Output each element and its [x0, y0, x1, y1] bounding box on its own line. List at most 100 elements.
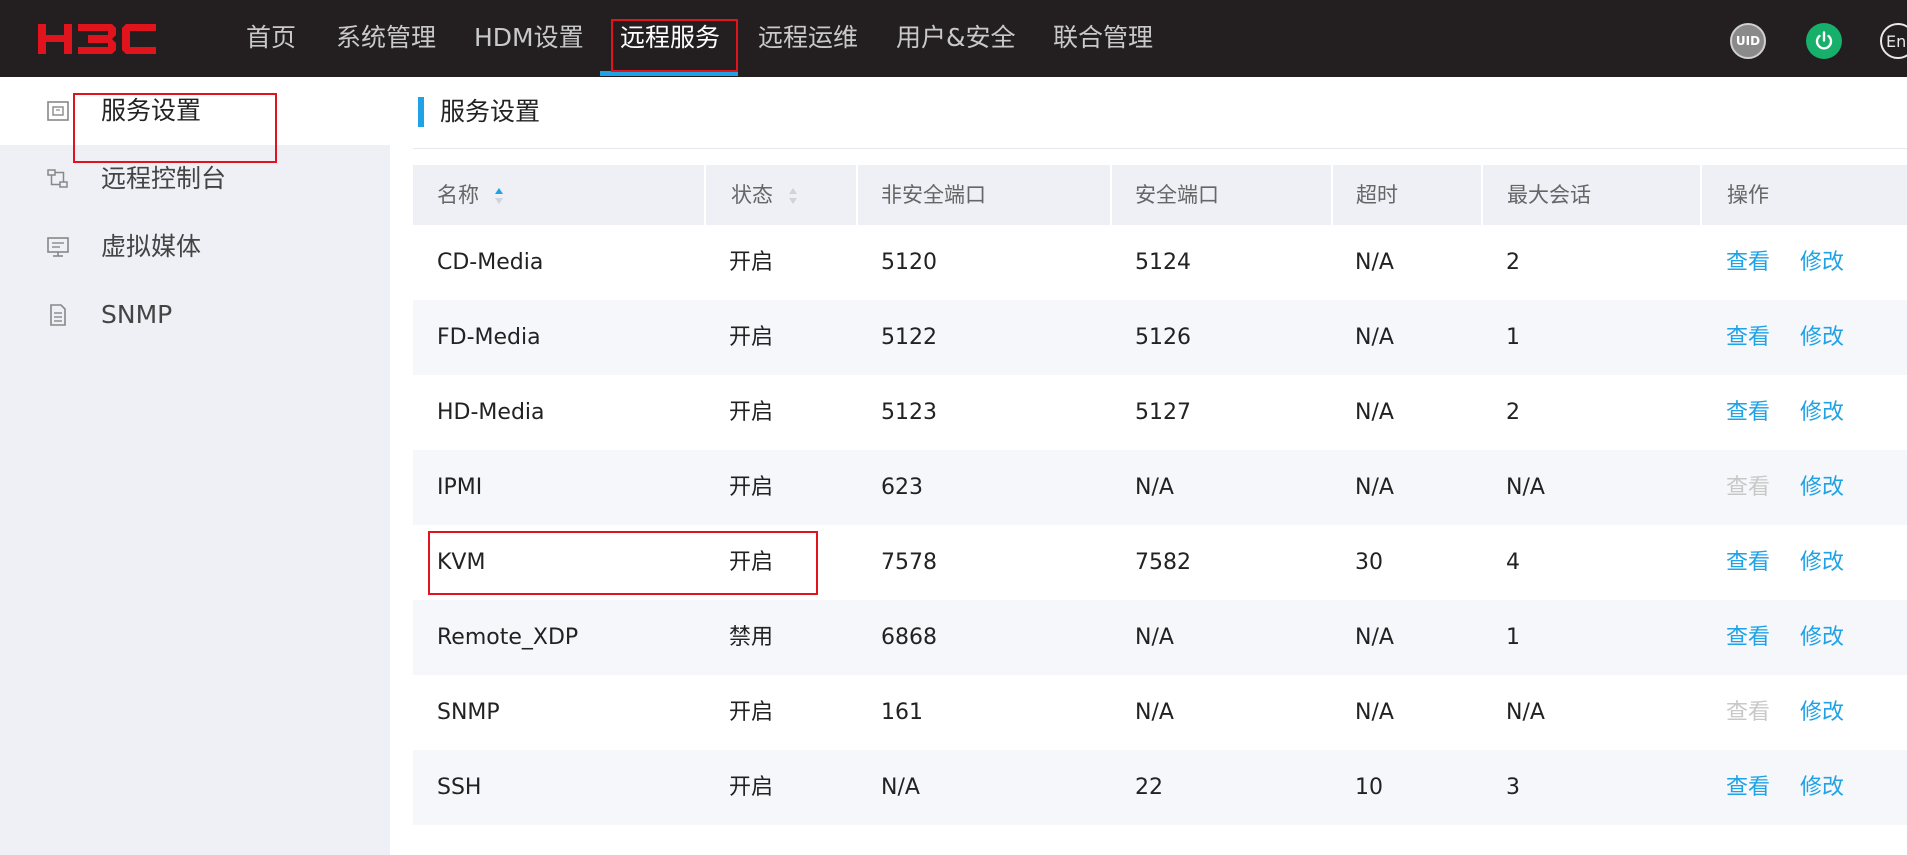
sidebar-item-label: 远程控制台 — [101, 164, 227, 193]
sort-ascending-icon[interactable] — [494, 186, 504, 206]
table-row: KVM 开启 7578 7582 30 4 查看 修改 — [413, 525, 1907, 600]
service-settings-icon — [47, 101, 69, 121]
language-switch-icon[interactable]: En — [1880, 23, 1907, 59]
view-link[interactable]: 查看 — [1726, 225, 1770, 300]
cell-insecure-port: 5120 — [881, 250, 937, 275]
top-navigation-bar: 首页 系统管理 HDM设置 远程服务 远程运维 用户&安全 联合管理 UID E… — [0, 0, 1907, 77]
cell-timeout: N/A — [1355, 625, 1394, 650]
view-link[interactable]: 查看 — [1726, 525, 1770, 600]
table-row: Remote_XDP 禁用 6868 N/A N/A 1 查看 修改 — [413, 600, 1907, 675]
view-link[interactable]: 查看 — [1726, 600, 1770, 675]
cell-max-sessions: 4 — [1506, 550, 1520, 575]
cell-secure-port: N/A — [1135, 625, 1174, 650]
column-header-insecure-port: 非安全端口 — [881, 183, 986, 207]
nav-home[interactable]: 首页 — [246, 18, 296, 58]
nav-remote-ops[interactable]: 远程运维 — [758, 18, 858, 58]
edit-link[interactable]: 修改 — [1800, 300, 1844, 375]
power-icon[interactable] — [1806, 23, 1842, 59]
cell-max-sessions: 3 — [1506, 775, 1520, 800]
cell-timeout: N/A — [1355, 400, 1394, 425]
table-row: SSH 开启 N/A 22 10 3 查看 修改 — [413, 750, 1907, 825]
edit-link[interactable]: 修改 — [1800, 600, 1844, 675]
nav-user-security[interactable]: 用户&安全 — [896, 18, 1016, 58]
cell-secure-port: 5124 — [1135, 250, 1191, 275]
cell-name: FD-Media — [437, 325, 541, 350]
cell-insecure-port: 623 — [881, 475, 923, 500]
cell-name: CD-Media — [437, 250, 544, 275]
column-header-name[interactable]: 名称 — [437, 165, 504, 225]
cell-status: 开启 — [729, 775, 774, 800]
nav-remote-services[interactable]: 远程服务 — [620, 18, 720, 58]
view-link-disabled: 查看 — [1726, 700, 1771, 725]
cell-max-sessions: N/A — [1506, 700, 1545, 725]
column-header-label: 状态 — [731, 183, 773, 207]
cell-secure-port: 22 — [1135, 775, 1163, 800]
table-row: SNMP 开启 161 N/A N/A N/A 查看 修改 — [413, 675, 1907, 750]
table-row: HD-Media 开启 5123 5127 N/A 2 查看 修改 — [413, 375, 1907, 450]
nav-federation-management[interactable]: 联合管理 — [1053, 18, 1153, 58]
edit-link[interactable]: 修改 — [1800, 225, 1844, 300]
cell-secure-port: 5127 — [1135, 400, 1191, 425]
sidebar-item-snmp[interactable]: SNMP — [0, 281, 390, 349]
sidebar: 服务设置 远程控制台 虚拟媒体 SNMP — [0, 77, 390, 855]
cell-insecure-port: 161 — [881, 700, 923, 725]
cell-max-sessions: 1 — [1506, 325, 1520, 350]
title-divider — [413, 148, 1907, 149]
sidebar-item-service-settings[interactable]: 服务设置 — [0, 77, 390, 145]
column-header-timeout: 超时 — [1356, 183, 1398, 207]
cell-name: SNMP — [437, 700, 500, 725]
cell-insecure-port: 5122 — [881, 325, 937, 350]
header-divider — [704, 165, 706, 225]
edit-link[interactable]: 修改 — [1800, 750, 1844, 825]
cell-insecure-port: N/A — [881, 775, 920, 800]
view-link[interactable]: 查看 — [1726, 375, 1770, 450]
cell-name: Remote_XDP — [437, 625, 579, 650]
virtual-media-icon — [47, 237, 69, 257]
sidebar-item-label: 虚拟媒体 — [101, 232, 202, 261]
remote-console-icon — [47, 169, 68, 188]
services-table: 名称 状态 非安全端口 安全端口 超时 最大会话 操作 CD-Media 开启 … — [413, 165, 1907, 825]
edit-link[interactable]: 修改 — [1800, 375, 1844, 450]
cell-timeout: 30 — [1355, 550, 1383, 575]
column-header-status[interactable]: 状态 — [731, 165, 798, 225]
cell-timeout: N/A — [1355, 700, 1394, 725]
header-divider — [1110, 165, 1112, 225]
cell-timeout: N/A — [1355, 250, 1394, 275]
cell-status: 开启 — [729, 550, 774, 575]
cell-max-sessions: N/A — [1506, 475, 1545, 500]
edit-link[interactable]: 修改 — [1800, 525, 1844, 600]
cell-status: 禁用 — [729, 625, 774, 650]
cell-status: 开启 — [729, 700, 774, 725]
cell-insecure-port: 6868 — [881, 625, 937, 650]
column-header-actions: 操作 — [1727, 183, 1769, 207]
cell-secure-port: N/A — [1135, 475, 1174, 500]
page-title: 服务设置 — [440, 97, 541, 126]
view-link[interactable]: 查看 — [1726, 750, 1770, 825]
snmp-icon — [50, 304, 66, 326]
cell-max-sessions: 2 — [1506, 400, 1520, 425]
view-link[interactable]: 查看 — [1726, 300, 1770, 375]
view-link-disabled: 查看 — [1726, 475, 1771, 500]
header-divider — [856, 165, 858, 225]
sidebar-item-virtual-media[interactable]: 虚拟媒体 — [0, 213, 390, 281]
sidebar-item-label: SNMP — [101, 300, 173, 329]
column-header-max-sessions: 最大会话 — [1507, 183, 1591, 207]
nav-hdm-settings[interactable]: HDM设置 — [474, 18, 584, 58]
cell-name: SSH — [437, 775, 482, 800]
edit-link[interactable]: 修改 — [1800, 675, 1844, 750]
cell-secure-port: 5126 — [1135, 325, 1191, 350]
nav-system-management[interactable]: 系统管理 — [336, 18, 436, 58]
uid-icon[interactable]: UID — [1730, 23, 1766, 59]
header-divider — [1331, 165, 1333, 225]
edit-link[interactable]: 修改 — [1800, 450, 1844, 525]
cell-secure-port: N/A — [1135, 700, 1174, 725]
sort-icon[interactable] — [788, 186, 798, 206]
table-body: CD-Media 开启 5120 5124 N/A 2 查看 修改 FD-Med… — [413, 225, 1907, 825]
cell-status: 开启 — [729, 400, 774, 425]
cell-timeout: N/A — [1355, 475, 1394, 500]
sidebar-item-remote-console[interactable]: 远程控制台 — [0, 145, 390, 213]
cell-secure-port: 7582 — [1135, 550, 1191, 575]
cell-insecure-port: 7578 — [881, 550, 937, 575]
cell-name: KVM — [437, 550, 486, 575]
cell-status: 开启 — [729, 325, 774, 350]
